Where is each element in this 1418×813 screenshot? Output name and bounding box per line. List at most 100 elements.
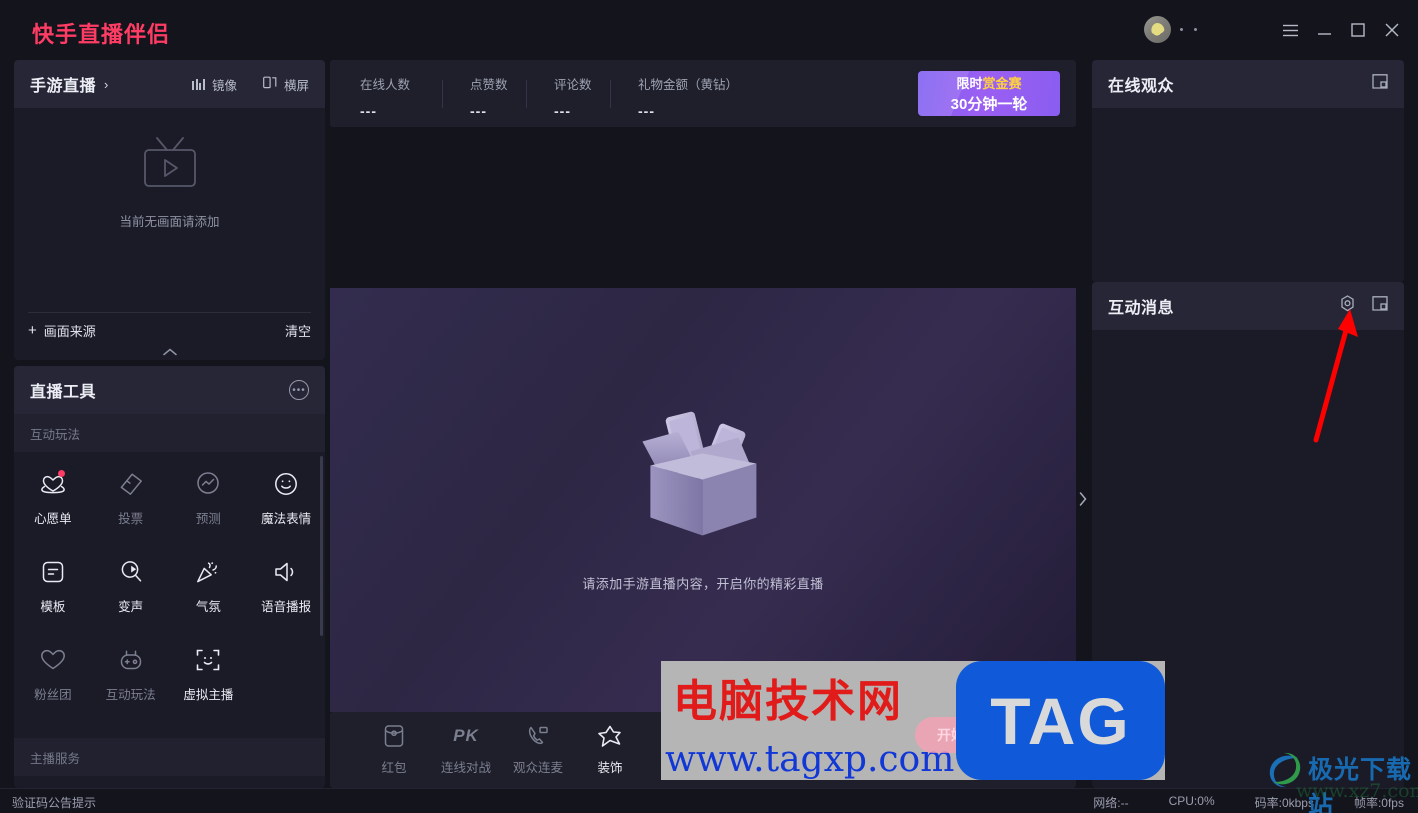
stat-value: --- [638,103,655,119]
tool-label: 气氛 [195,600,221,614]
live-tools-title: 直播工具 [30,384,97,401]
divider [610,80,611,108]
scene-panel-header: 手游直播 › 镜像 横屏 [14,60,325,108]
bottom-item-label: 观众连麦 [512,761,563,775]
maximize-icon[interactable] [1344,16,1372,44]
tool-label: 心愿单 [34,512,72,526]
online-viewers-list[interactable] [1092,108,1404,282]
online-viewers-panel: 在线观众 [1092,60,1404,282]
promo-line-1: 限时赏金赛 [956,73,1021,92]
kuaishou-live-companion-window: 快手直播伴侣 手游直播 › 镜像 横屏 当前无画面请添加 + 画面来源 清空 直… [0,0,1418,813]
stat-gift-amount: 礼物金额（黄钻） --- [638,74,738,119]
minimize-icon[interactable] [1310,16,1338,44]
tool-atmosphere[interactable]: 气氛 [170,558,248,646]
chevron-right-icon[interactable]: › [104,77,108,92]
hamburger-menu-icon[interactable] [1276,16,1304,44]
bottom-item-label: 红包 [381,761,407,775]
plus-icon: + [28,322,37,339]
scene-mode-title[interactable]: 手游直播 [30,72,96,96]
stats-bar: 在线人数 --- 点赞数 --- 评论数 --- 礼物金额（黄钻） --- 限时… [330,60,1076,127]
tool-label: 语音播报 [261,600,312,614]
tool-label: 粉丝团 [34,688,72,702]
bounty-promo-banner[interactable]: 限时赏金赛 30分钟一轮 [918,71,1060,116]
wish-list-icon [39,470,67,498]
popout-icon[interactable] [1372,295,1388,317]
mirror-toggle[interactable]: 镜像 [192,75,237,94]
tool-label: 投票 [118,512,144,526]
decoration-star-icon [597,724,623,748]
promo-highlight: 赏金赛 [982,76,1022,91]
tool-vote[interactable]: 投票 [92,470,170,558]
status-network: 网络:-- [1093,796,1129,810]
landscape-label: 横屏 [283,78,309,93]
heart-icon [39,646,67,674]
tools-scrollbar[interactable] [320,456,323,636]
tool-label: 互动玩法 [105,688,156,702]
magic-emoji-icon [272,470,300,498]
tool-group-interactive-label: 互动玩法 [14,414,325,452]
landscape-toggle[interactable]: 横屏 [263,75,309,94]
new-badge-dot [57,470,65,477]
more-dots-icon[interactable]: ••• [289,380,309,400]
stat-value: --- [470,103,487,119]
live-tools-panel: 直播工具 ••• 互动玩法 心愿单 投票 预测 魔法表情 模板 变声 气氛 语音… [14,366,325,788]
gear-icon[interactable] [1339,295,1356,317]
chevron-up-icon[interactable] [150,344,190,360]
bottom-item-label: 装饰 [597,761,623,775]
stat-comment-count: 评论数 --- [554,74,592,119]
bottom-red-packet[interactable]: 红包 [358,724,430,776]
site-watermark-overlay: 电脑技术网 www.tagxp.com 开始直播 TAG [661,661,1165,780]
scene-preview-area[interactable]: 当前无画面请添加 [14,108,325,312]
stat-label: 评论数 [554,78,592,92]
tool-wish-list[interactable]: 心愿单 [14,470,92,558]
promo-line-2: 30分钟一轮 [950,96,1028,113]
face-scan-icon [194,646,222,674]
add-source-button[interactable]: + 画面来源 [28,321,96,340]
tool-label: 预测 [195,512,221,526]
watermark-site-name: 电脑技术网 [673,676,903,727]
tool-fan-club[interactable]: 粉丝团 [14,646,92,734]
bottom-item-label: 连线对战 [440,761,491,775]
left-column: 手游直播 › 镜像 横屏 当前无画面请添加 + 画面来源 清空 直播工具 •••… [14,60,325,788]
avatar[interactable] [1144,16,1171,43]
tool-voice-broadcast[interactable]: 语音播报 [247,558,325,646]
popout-icon[interactable] [1372,73,1388,95]
mirror-icon [192,78,205,90]
live-tools-scroll[interactable]: 互动玩法 心愿单 投票 预测 魔法表情 模板 变声 气氛 语音播报 粉丝团 互动… [14,414,325,788]
scene-panel: 手游直播 › 镜像 横屏 当前无画面请添加 + 画面来源 清空 [14,60,325,360]
tool-grid-interactive: 心愿单 投票 预测 魔法表情 模板 变声 气氛 语音播报 粉丝团 互动玩法 虚拟… [14,452,325,738]
clear-sources-button[interactable]: 清空 [285,321,311,340]
status-notice[interactable]: 验证码公告提示 [12,794,96,811]
corner-watermark: 极光下载站 www.xz7.com [1262,742,1418,813]
bottom-decoration[interactable]: 装饰 [574,724,646,776]
corner-watermark-url: www.xz7.com [1296,780,1418,802]
open-box-illustration [620,408,785,548]
add-source-label: 画面来源 [43,324,96,339]
interactive-messages-title: 互动消息 [1108,300,1175,317]
speaker-icon [272,558,300,586]
watermark-tag-text: TAG [990,683,1131,758]
close-icon[interactable] [1378,16,1406,44]
tool-group-anchor-service-label: 主播服务 [14,738,325,776]
app-brand-title: 快手直播伴侣 [32,22,171,47]
landscape-icon [263,76,277,92]
tool-magic-emoji[interactable]: 魔法表情 [247,470,325,558]
live-preview-canvas[interactable]: 请添加手游直播内容，开启你的精彩直播 [330,288,1076,712]
red-packet-icon [383,724,405,748]
tool-template[interactable]: 模板 [14,558,92,646]
tool-voice-changer[interactable]: 变声 [92,558,170,646]
chevron-right-icon[interactable] [1076,479,1090,519]
interactive-messages-header: 互动消息 [1092,282,1404,330]
tool-label: 模板 [40,600,66,614]
bottom-audience-call[interactable]: 观众连麦 [502,724,574,776]
stat-label: 点赞数 [470,78,508,92]
bottom-pk-battle[interactable]: PK 连线对战 [430,724,502,776]
divider [442,80,443,108]
stat-value: --- [360,103,377,119]
tool-predict[interactable]: 预测 [170,470,248,558]
preview-hint-text: 请添加手游直播内容，开启你的精彩直播 [582,576,824,592]
mirror-label: 镜像 [211,78,237,93]
tool-virtual-anchor[interactable]: 虚拟主播 [170,646,248,734]
tool-label: 变声 [118,600,144,614]
tool-interactive-play[interactable]: 互动玩法 [92,646,170,734]
